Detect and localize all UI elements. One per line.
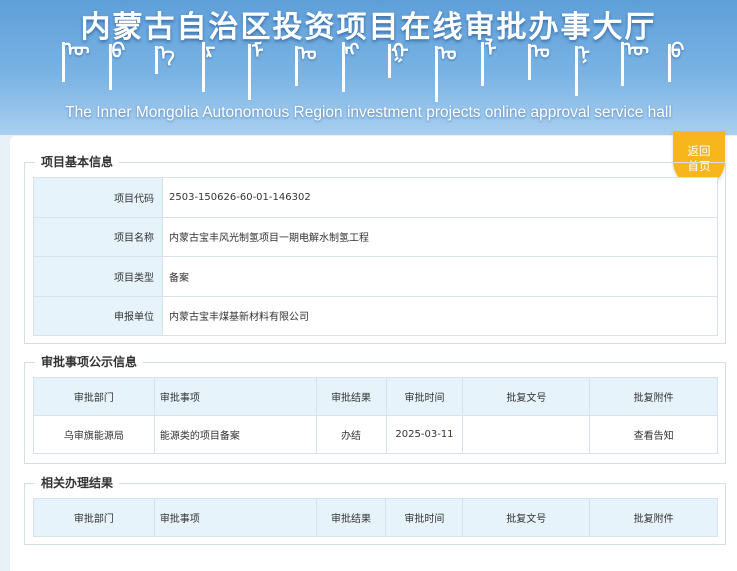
related-results-section: 相关办理结果 审批部门 审批事项 审批结果 审批时间 批复文号 批复附件 xyxy=(24,474,726,545)
table-cell: 2025-03-11 xyxy=(385,415,464,454)
table-cell: 办结 xyxy=(315,415,387,454)
column-header: 审批结果 xyxy=(315,498,387,537)
site-subtitle: The Inner Mongolia Autonomous Region inv… xyxy=(65,104,672,121)
mongolian-glyph: ᠭ xyxy=(388,41,409,78)
table-row: 乌审旗能源局 能源类的项目备案 办结 2025-03-11 查看告知 xyxy=(33,415,718,454)
related-results-table: 审批部门 审批事项 审批结果 审批时间 批复文号 批复附件 xyxy=(33,498,718,537)
column-header: 审批事项 xyxy=(153,498,317,537)
mongolian-glyph: ᠪ xyxy=(108,41,125,90)
mongolian-glyph: ᠣ xyxy=(295,43,317,86)
mongolian-glyph: ᠩ xyxy=(341,39,359,92)
mongolian-glyph: ᠥ xyxy=(621,39,649,86)
info-value: 内蒙古宝丰风光制氢项目一期电解水制氢工程 xyxy=(162,216,718,257)
column-header: 审批事项 xyxy=(153,377,317,416)
mongolian-glyph: ᠡ xyxy=(155,43,175,74)
approval-public-table: 审批部门 审批事项 审批结果 审批时间 批复文号 批复附件 乌审旗能源局 能源类的项目备案办… xyxy=(33,377,718,454)
table-header-row: 审批部门 审批事项 审批结果 审批时间 批复文号 批复附件 xyxy=(33,377,718,416)
back-home-label-1: 返回 xyxy=(687,144,711,158)
info-label: 项目名称 xyxy=(33,216,163,257)
info-value: 内蒙古宝丰煤基新材料有限公司 xyxy=(162,295,718,336)
mongolian-glyph: ᠷ xyxy=(201,39,216,92)
column-header: 审批结果 xyxy=(315,377,387,416)
mongolian-glyph: ᠨ xyxy=(574,43,590,96)
column-header: 批复附件 xyxy=(589,498,718,537)
info-row: 申报单位 内蒙古宝丰煤基新材料有限公司 xyxy=(33,295,718,336)
approval-public-section: 审批事项公示信息 审批部门 审批事项 审批结果 审批时间 批复文号 批复附件 乌审旗能源局… xyxy=(24,353,726,464)
table-cell: 能源类的项目备案 xyxy=(153,415,317,454)
info-value: 备案 xyxy=(162,256,718,297)
view-notice-link[interactable]: 查看告知 xyxy=(589,415,718,454)
info-row: 项目名称 内蒙古宝丰风光制氢项目一期电解水制氢工程 xyxy=(33,216,718,257)
table-cell: 乌审旗能源局 xyxy=(33,415,155,454)
column-header: 批复文号 xyxy=(462,377,591,416)
column-header: 审批部门 xyxy=(33,498,155,537)
mongolian-glyph: ᠣ xyxy=(434,43,457,102)
basic-info-section: 项目基本信息 项目代码 2503-150626-60-01-146302 项目名称内… xyxy=(24,153,726,344)
column-header: 批复文号 xyxy=(462,498,591,537)
column-header: 审批时间 xyxy=(385,377,464,416)
mongolian-glyph: ᠤ xyxy=(528,41,550,80)
mongolian-title: ᠥᠪᠡᠷᠮᠣᠩᠭᠣᠯᠤᠨᠥᠪ xyxy=(62,39,685,104)
column-header: 审批部门 xyxy=(33,377,155,416)
column-header: 审批时间 xyxy=(385,498,464,537)
column-header: 批复附件 xyxy=(589,377,718,416)
table-header-row: 审批部门 审批事项 审批结果 审批时间 批复文号 批复附件 xyxy=(33,498,718,537)
mongolian-glyph: ᠯ xyxy=(481,39,497,86)
approval-public-legend: 审批事项公示信息 xyxy=(35,353,144,370)
info-label: 项目类型 xyxy=(33,256,163,297)
related-results-legend: 相关办理结果 xyxy=(35,474,120,491)
info-label: 项目代码 xyxy=(33,177,163,218)
mongolian-glyph: ᠪ xyxy=(667,41,685,82)
basic-info-table: 项目代码 2503-150626-60-01-146302 项目名称 内蒙古宝丰风光制… xyxy=(33,177,718,336)
info-row: 项目类型 备案 xyxy=(33,256,718,297)
info-label: 申报单位 xyxy=(33,295,163,336)
info-row: 项目代码 2503-150626-60-01-146302 xyxy=(33,177,718,218)
mongolian-glyph: ᠥ xyxy=(62,39,90,82)
header-banner: 内蒙古自治区投资项目在线审批办事大厅 ᠥᠪᠡᠷᠮᠣᠩᠭᠣᠯᠤᠨᠥᠪ The In… xyxy=(0,0,737,135)
basic-info-legend: 项目基本信息 xyxy=(35,153,120,170)
mongolian-glyph: ᠮ xyxy=(248,41,263,100)
info-value: 2503-150626-60-01-146302 xyxy=(162,177,718,218)
table-cell xyxy=(462,415,591,454)
